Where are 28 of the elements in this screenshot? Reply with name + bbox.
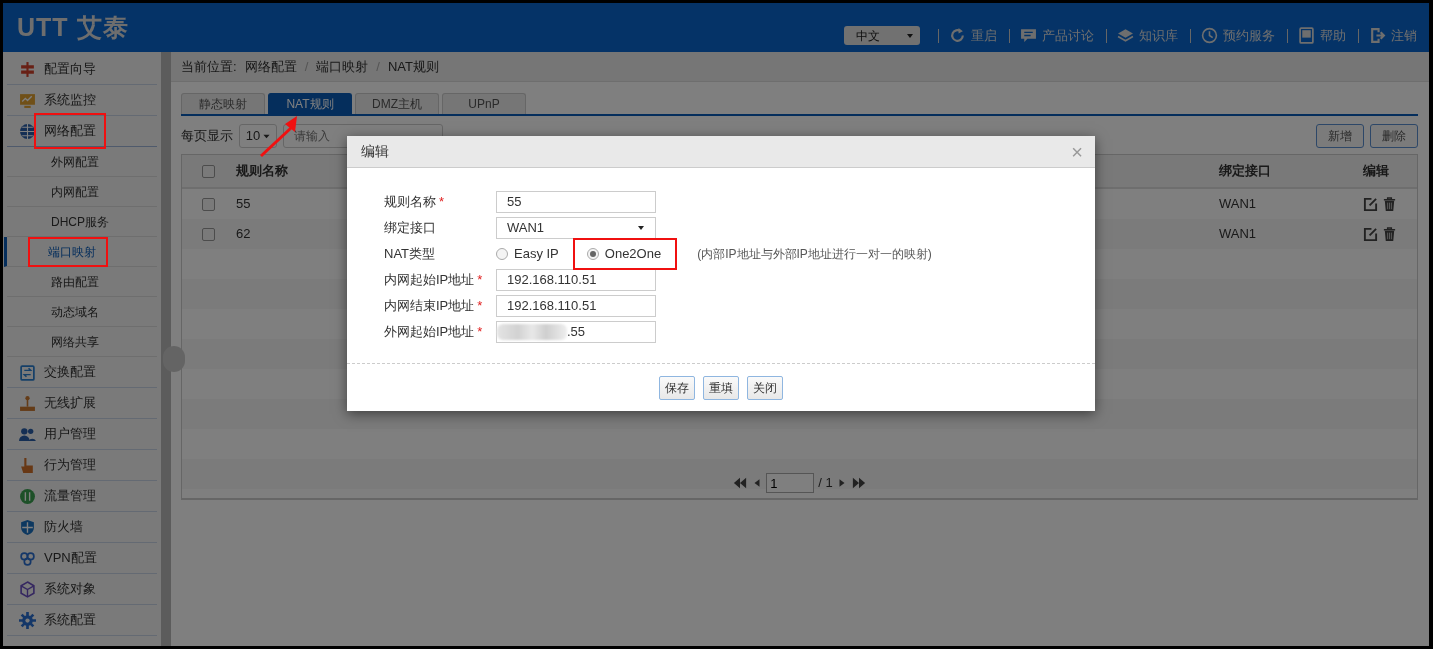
breadcrumb-separator: / <box>304 57 309 76</box>
page-size-label: 每页显示 <box>181 127 233 146</box>
table-cell: WAN1 <box>1219 196 1257 212</box>
required-mark: * <box>477 271 483 290</box>
required-mark: * <box>439 193 445 212</box>
breadcrumb-item: 网络配置 <box>244 57 297 76</box>
logo: UTT 艾泰 <box>17 11 129 43</box>
page-total: / 1 <box>818 474 833 493</box>
hint-text: (内部IP地址与外部IP地址进行一对一的映射) <box>697 246 932 263</box>
column-header: 规则名称 <box>236 163 288 179</box>
field-label: 外网起始IP地址 <box>384 323 475 342</box>
field-label: NAT类型 <box>384 245 436 264</box>
field-label: 绑定接口 <box>384 219 436 238</box>
field-label: 内网起始IP地址 <box>384 271 475 290</box>
required-mark: * <box>477 297 483 316</box>
column-header: 编辑 <box>1363 163 1389 179</box>
table-cell: WAN1 <box>1219 226 1257 242</box>
table-cell: 55 <box>236 196 251 212</box>
table-cell: 62 <box>236 226 251 242</box>
field-label: 规则名称 <box>384 193 436 212</box>
breadcrumb-item: 端口映射 <box>316 57 369 76</box>
field-label: 内网结束IP地址 <box>384 297 475 316</box>
dialog-title: 编辑 <box>361 142 389 161</box>
breadcrumb-item: NAT规则 <box>387 57 439 76</box>
column-header: 绑定接口 <box>1219 163 1271 179</box>
breadcrumb-label: 当前位置: <box>181 57 237 76</box>
breadcrumb-separator: / <box>376 57 380 76</box>
required-mark: * <box>477 323 483 342</box>
